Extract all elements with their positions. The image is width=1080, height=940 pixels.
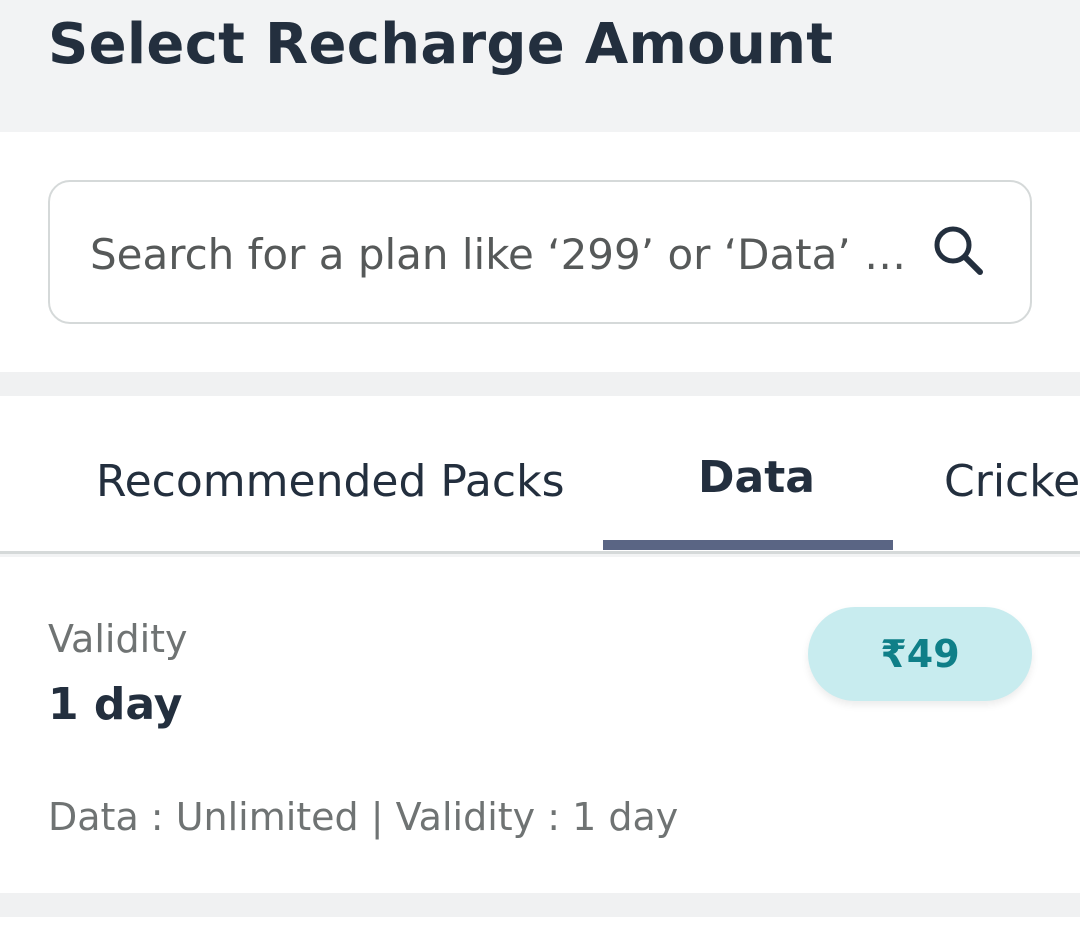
tab-cricket[interactable]: Cricket <box>944 396 1080 551</box>
section-divider <box>0 893 1080 917</box>
tab-data[interactable]: Data <box>603 396 893 551</box>
active-tab-indicator <box>603 540 893 550</box>
search-section: Search for a plan like ‘299’ or ‘Data’ … <box>0 132 1080 372</box>
plan-tabs: Recommended Packs Data Cricket <box>0 396 1080 554</box>
tab-label: Data <box>698 452 815 503</box>
search-icon[interactable] <box>928 220 988 280</box>
plan-card[interactable]: Validity 1 day ₹49 Data : Unlimited | Va… <box>0 557 1080 893</box>
search-placeholder: Search for a plan like ‘299’ or ‘Data’ … <box>90 230 907 279</box>
plan-description: Data : Unlimited | Validity : 1 day <box>48 795 679 839</box>
validity-label: Validity <box>48 617 188 661</box>
header: Select Recharge Amount <box>0 0 1080 132</box>
page-title: Select Recharge Amount <box>48 12 834 77</box>
plan-card-next[interactable] <box>0 917 1080 940</box>
search-input[interactable]: Search for a plan like ‘299’ or ‘Data’ … <box>48 180 1032 324</box>
tab-recommended-packs[interactable]: Recommended Packs <box>96 396 576 551</box>
tab-label: Cricket <box>944 456 1080 507</box>
price-button[interactable]: ₹49 <box>808 607 1032 701</box>
validity-value: 1 day <box>48 679 183 730</box>
tab-label: Recommended Packs <box>96 456 565 507</box>
section-divider <box>0 372 1080 396</box>
